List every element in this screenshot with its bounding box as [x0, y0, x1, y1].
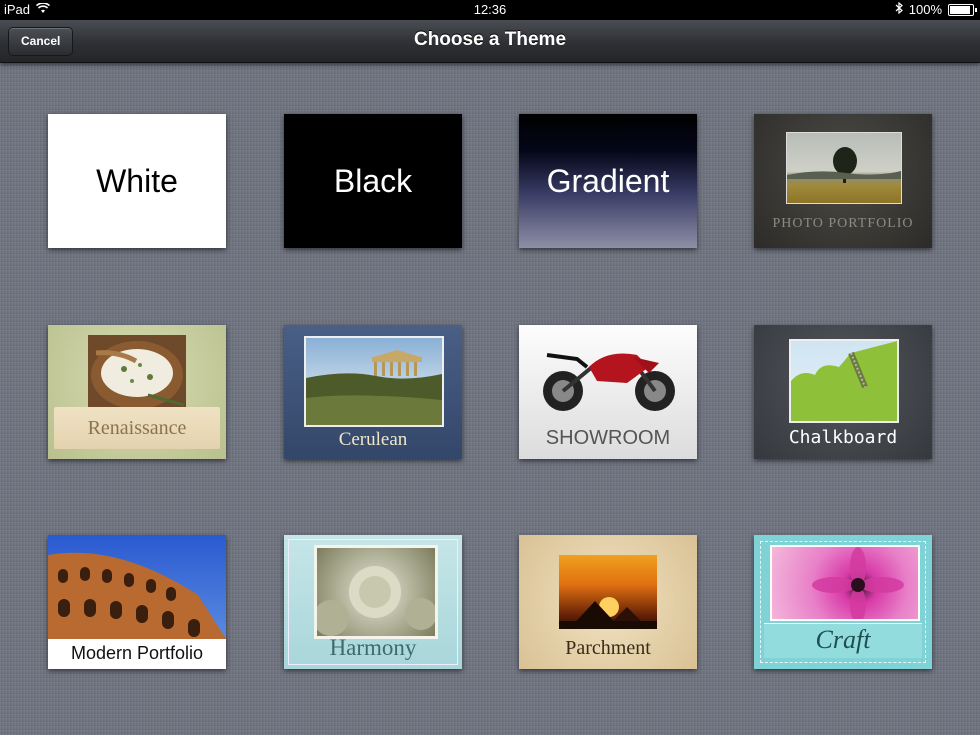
theme-label: White [96, 162, 178, 199]
theme-craft[interactable]: Craft [754, 535, 932, 669]
colosseum-photo [48, 535, 226, 639]
theme-parchment[interactable]: Parchment [519, 535, 697, 669]
theme-label: Modern Portfolio [70, 643, 204, 663]
theme-label: Cerulean [338, 429, 408, 450]
page-title: Choose a Theme [413, 29, 567, 50]
theme-gradient[interactable]: Gradient [519, 114, 697, 248]
theme-label: Harmony [329, 635, 417, 660]
theme-chalkboard[interactable]: Chalkboard [754, 325, 932, 459]
theme-white[interactable]: White [48, 114, 226, 248]
theme-black[interactable]: Black [284, 114, 462, 248]
theme-label: Renaissance [87, 417, 187, 439]
theme-renaissance[interactable]: Renaissance [48, 325, 226, 459]
theme-cerulean[interactable]: Cerulean [284, 325, 462, 459]
battery-icon [948, 3, 977, 16]
theme-photo-portfolio[interactable]: PHOTO PORTFOLIO [754, 114, 932, 248]
battery-percent: 100% [908, 2, 942, 17]
theme-label: PHOTO PORTFOLIO [772, 216, 914, 231]
battery-fill [950, 5, 970, 14]
pyramids-sunset-photo [559, 555, 657, 629]
cancel-button[interactable]: Cancel [8, 27, 74, 56]
theme-label: Parchment [565, 637, 651, 659]
rice-bowl-photo [88, 335, 186, 409]
theme-showroom[interactable]: SHOWROOM [519, 325, 697, 459]
theme-label: Chalkboard [788, 427, 898, 448]
pink-flower-photo [770, 545, 920, 621]
theme-harmony[interactable]: Harmony [284, 535, 462, 669]
chrysanthemum-photo [314, 545, 438, 639]
motorcycle-photo [537, 333, 679, 415]
temple-photo [304, 336, 444, 427]
theme-modern-portfolio[interactable]: Modern Portfolio [48, 535, 226, 669]
theme-label: Black [333, 162, 413, 199]
theme-label: SHOWROOM [545, 427, 671, 449]
navigation-bar: Choose a Theme Cancel [0, 20, 980, 63]
status-bar: iPad 12:36 100% [0, 0, 980, 20]
clock: 12:36 [473, 2, 507, 17]
caterpillar-leaf-photo [789, 339, 899, 423]
tree-landscape-photo [786, 132, 902, 204]
bluetooth-icon [895, 1, 903, 17]
theme-label: Gradient [546, 162, 670, 199]
theme-label: Craft [815, 625, 871, 654]
